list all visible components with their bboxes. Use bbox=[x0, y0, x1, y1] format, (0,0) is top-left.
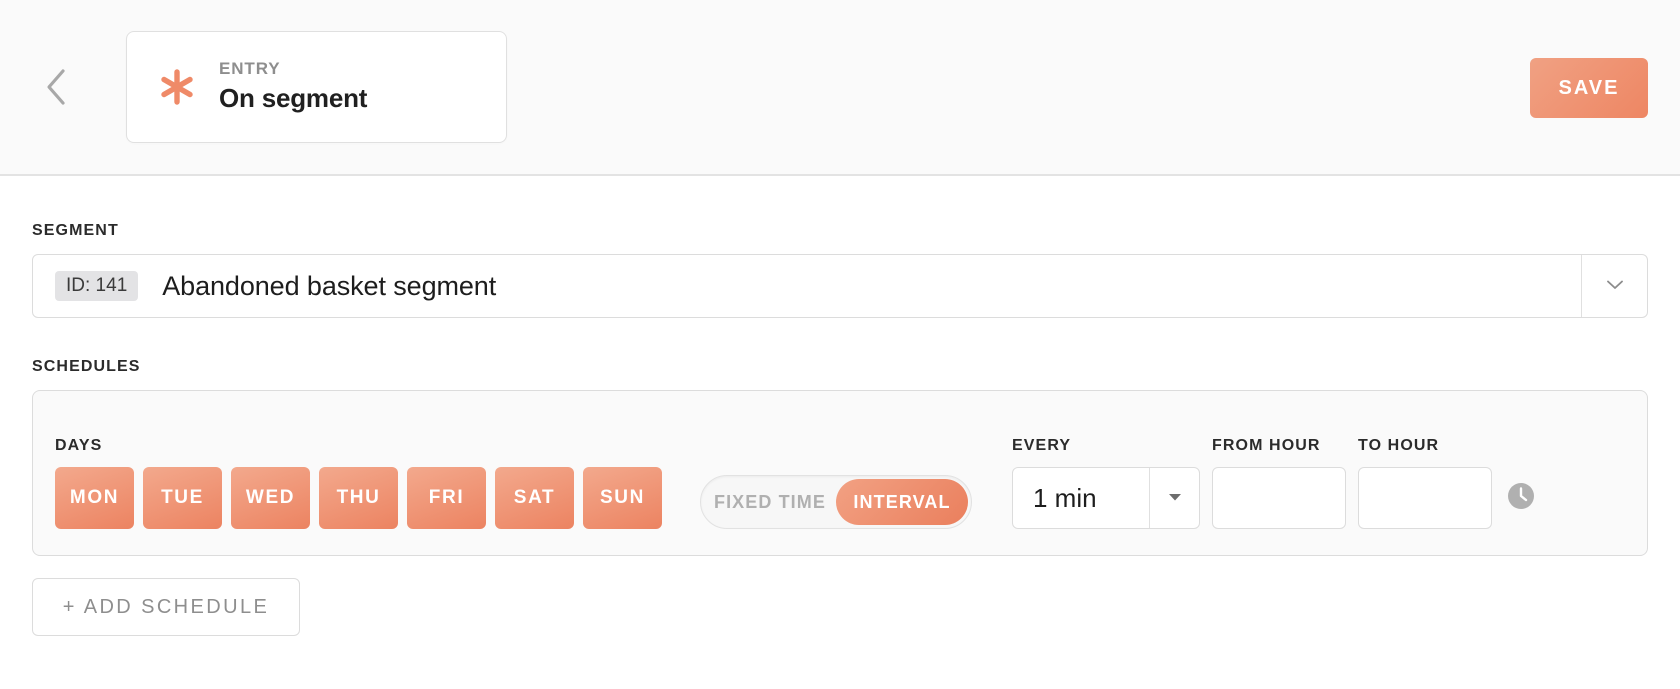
day-button-tue[interactable]: TUE bbox=[143, 467, 222, 529]
days-label: DAYS bbox=[55, 437, 103, 454]
every-select[interactable]: 1 min bbox=[1012, 467, 1200, 529]
day-button-wed[interactable]: WED bbox=[231, 467, 310, 529]
segment-select[interactable]: ID: 141 Abandoned basket segment bbox=[32, 254, 1648, 318]
from-hour-label: FROM HOUR bbox=[1212, 437, 1321, 454]
back-button[interactable] bbox=[30, 61, 82, 113]
every-dropdown-toggle[interactable] bbox=[1149, 468, 1199, 528]
page-header: ENTRY On segment SAVE bbox=[0, 0, 1680, 176]
entry-segment-editor-page: ENTRY On segment SAVE SEGMENT ID: 141 Ab… bbox=[0, 0, 1680, 689]
chevron-down-icon bbox=[1168, 489, 1182, 507]
toggle-option-fixed-time[interactable]: FIXED TIME bbox=[704, 479, 836, 525]
clock-icon[interactable] bbox=[1506, 481, 1536, 511]
days-column: DAYS MON TUE WED THU FRI SAT SUN bbox=[55, 437, 662, 529]
entry-node-card[interactable]: ENTRY On segment bbox=[126, 31, 507, 143]
to-hour-column: TO HOUR bbox=[1358, 437, 1492, 529]
schedule-row-contents: DAYS MON TUE WED THU FRI SAT SUN FIXED T… bbox=[55, 437, 1625, 529]
every-value: 1 min bbox=[1033, 482, 1097, 513]
day-button-mon[interactable]: MON bbox=[55, 467, 134, 529]
day-button-fri[interactable]: FRI bbox=[407, 467, 486, 529]
segment-label: SEGMENT bbox=[32, 222, 119, 239]
to-hour-input[interactable] bbox=[1358, 467, 1492, 529]
segment-id-badge: ID: 141 bbox=[55, 270, 139, 302]
save-button[interactable]: SAVE bbox=[1530, 58, 1648, 118]
every-column: EVERY 1 min bbox=[1012, 437, 1200, 529]
page-body: SEGMENT ID: 141 Abandoned basket segment… bbox=[0, 222, 1680, 636]
asterisk-icon bbox=[155, 65, 199, 109]
segment-dropdown-toggle[interactable] bbox=[1581, 255, 1647, 317]
entry-title: On segment bbox=[219, 82, 368, 113]
chevron-left-icon bbox=[43, 67, 69, 107]
to-hour-label: TO HOUR bbox=[1358, 437, 1440, 454]
from-hour-input[interactable] bbox=[1212, 467, 1346, 529]
chevron-down-icon bbox=[1606, 277, 1623, 295]
every-label: EVERY bbox=[1012, 437, 1072, 454]
schedule-mode-toggle[interactable]: FIXED TIME INTERVAL bbox=[700, 475, 972, 529]
segment-name: Abandoned basket segment bbox=[162, 270, 497, 301]
day-button-sat[interactable]: SAT bbox=[495, 467, 574, 529]
toggle-option-interval[interactable]: INTERVAL bbox=[836, 479, 968, 525]
day-button-sun[interactable]: SUN bbox=[583, 467, 662, 529]
day-button-thu[interactable]: THU bbox=[319, 467, 398, 529]
schedule-row: DAYS MON TUE WED THU FRI SAT SUN FIXED T… bbox=[32, 390, 1648, 556]
entry-kicker: ENTRY bbox=[219, 59, 281, 79]
schedules-label: SCHEDULES bbox=[32, 358, 141, 375]
from-hour-column: FROM HOUR bbox=[1212, 437, 1346, 529]
days-group: MON TUE WED THU FRI SAT SUN bbox=[55, 467, 662, 529]
add-schedule-button[interactable]: + ADD SCHEDULE bbox=[32, 578, 300, 636]
entry-card-text: ENTRY On segment bbox=[219, 58, 367, 115]
